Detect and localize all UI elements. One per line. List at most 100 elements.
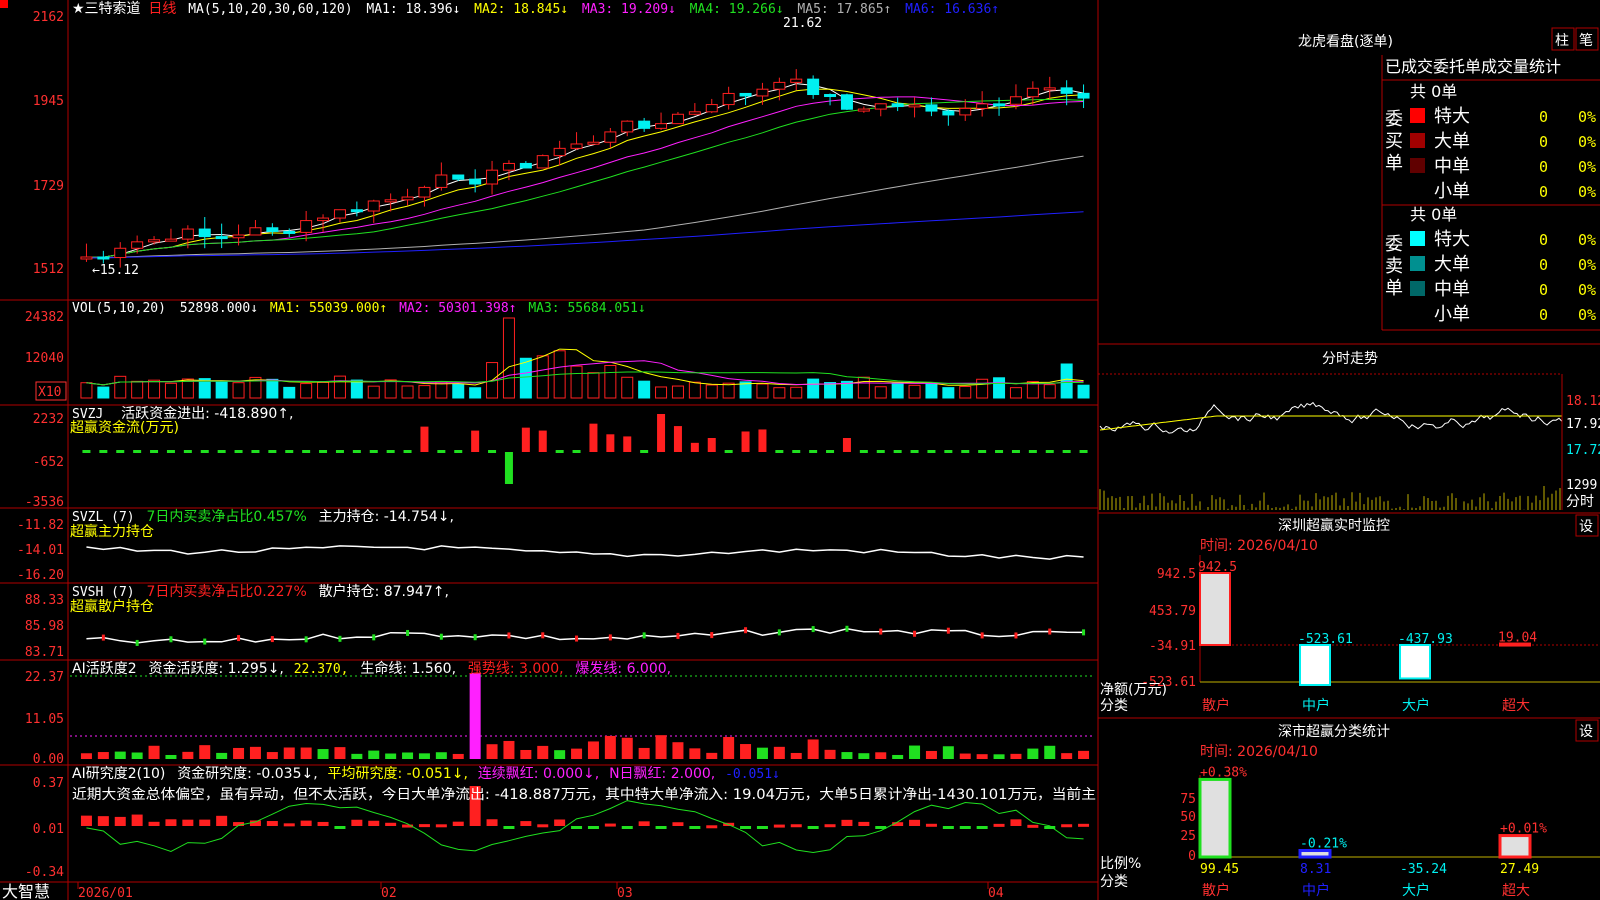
main-header: ★三特索道 日线 MA(5,10,20,30,60,120) MA1: 18.3… xyxy=(72,0,999,17)
monitor-bar xyxy=(1399,644,1431,680)
volume-bar xyxy=(452,383,465,399)
flow-bar xyxy=(471,430,480,452)
candle-body xyxy=(384,199,397,203)
flow-bar xyxy=(690,442,699,452)
volume-bar xyxy=(536,355,549,399)
monitor-settings-button[interactable]: 设 xyxy=(1575,514,1599,537)
activity-bar xyxy=(385,753,397,759)
classstat-axis-label: 比例% xyxy=(1100,856,1141,872)
volume-bar xyxy=(80,382,93,399)
flow-bar xyxy=(251,450,260,453)
order-pct: 0% xyxy=(1578,256,1596,274)
volume-bar xyxy=(688,381,701,399)
volume-bar xyxy=(1009,387,1022,399)
svg-text:18.12: 18.12 xyxy=(1566,394,1600,409)
ai2-header: AI研究度2(10) 资金研究度: -0.035↓, 平均研究度: -0.051… xyxy=(72,765,780,782)
activity-bar xyxy=(1061,753,1073,759)
flow-bar xyxy=(910,450,919,453)
svzl-holding: 主力持仓: -14.754↓, xyxy=(319,509,454,525)
flow-bar xyxy=(673,426,682,452)
research-bar xyxy=(1078,823,1090,827)
activity-bar xyxy=(993,754,1005,759)
y-tick: 11.05 xyxy=(25,712,64,727)
y-tick: 1729 xyxy=(33,179,64,194)
column-mode-button[interactable]: 柱 xyxy=(1551,27,1575,51)
flow-bar xyxy=(741,431,750,452)
candle-body xyxy=(840,94,853,110)
research-bar xyxy=(216,815,228,826)
candle-body xyxy=(790,78,803,83)
candle-body xyxy=(266,227,279,232)
svg-text:设: 设 xyxy=(1579,724,1593,740)
ai2-avg: 平均研究度: -0.051↓, xyxy=(328,766,468,782)
order-pct: 0% xyxy=(1578,183,1596,201)
activity-bar xyxy=(1027,748,1039,759)
candle-body xyxy=(486,169,499,185)
research-bar xyxy=(858,821,870,826)
ma1-value: MA1: 18.396↓ xyxy=(366,2,460,17)
order-size-name: 中单 xyxy=(1434,279,1470,300)
order-size-name: 大单 xyxy=(1434,131,1470,152)
ai2-label: AI研究度2(10) xyxy=(72,766,165,782)
y-tick: -3536 xyxy=(25,495,64,510)
research-bar xyxy=(368,820,380,826)
volume-bar xyxy=(418,385,431,399)
volume-bar xyxy=(401,385,414,399)
holding-line xyxy=(86,545,1084,560)
volume-bar xyxy=(756,383,769,399)
ai1-life: 生命线: 1.560, xyxy=(360,660,456,677)
stock-chart-canvas[interactable]: 2162 1945 1729 1512 24382 12040 2232 -65… xyxy=(0,0,1600,900)
research-bar xyxy=(959,826,971,829)
ai2-research: 资金研究度: -0.035↓, xyxy=(177,766,317,782)
volume-bar xyxy=(722,382,735,399)
holding-tick xyxy=(270,636,274,643)
svg-text:75: 75 xyxy=(1180,792,1196,807)
candle-body xyxy=(891,103,904,108)
activity-bar xyxy=(199,745,211,759)
holding-tick xyxy=(135,639,139,646)
flow-bar xyxy=(657,414,666,452)
svg-text:942.5: 942.5 xyxy=(1157,567,1196,582)
y-tick: 2162 xyxy=(33,10,64,25)
activity-bar xyxy=(486,744,498,759)
flow-bar xyxy=(555,450,564,453)
y-tick: 1512 xyxy=(33,262,64,277)
svzl-ratio: 7日内买卖净占比0.457% xyxy=(146,509,306,525)
stock-title: ★三特索道 xyxy=(72,0,141,17)
volume-bar xyxy=(790,386,803,399)
volume-bar xyxy=(148,379,161,399)
classstat-value: -35.24 xyxy=(1400,862,1447,877)
research-bar xyxy=(334,826,346,829)
candle-body xyxy=(773,81,786,90)
ai1-burst: 爆发线: 6.000, xyxy=(575,661,671,677)
activity-bar xyxy=(841,752,853,759)
svsh-holding: 散户持仓: 87.947↑, xyxy=(319,583,449,600)
order-size-swatch xyxy=(1410,183,1425,198)
monitor-y-ticks: 942.5 453.79 -34.91 -523.61 xyxy=(1141,567,1196,690)
ai-activity-bars xyxy=(70,673,1095,759)
tick-mode-button[interactable]: 笔 xyxy=(1575,27,1599,51)
volume-bar xyxy=(942,387,955,399)
flow-bar xyxy=(133,450,142,453)
svzl-line xyxy=(86,545,1084,560)
ma2-value: MA2: 18.845↓ xyxy=(474,2,568,17)
monitor-bar-value: -437.93 xyxy=(1398,632,1453,647)
activity-bar xyxy=(216,752,228,759)
research-bar xyxy=(503,826,515,829)
holding-tick xyxy=(642,632,646,639)
classstat-settings-button[interactable]: 设 xyxy=(1575,719,1599,742)
svg-text:柱: 柱 xyxy=(1555,33,1569,49)
ai2-comment: 近期大资金总体偏空，虽有异动，但不太活跃，今日大单净流出: -418.887万元… xyxy=(72,786,1096,803)
classstat-value: 99.45 xyxy=(1200,862,1239,877)
activity-bar xyxy=(807,739,819,759)
activity-bar xyxy=(1044,745,1056,759)
volume-bar xyxy=(824,382,837,399)
activity-bar xyxy=(655,735,667,759)
activity-bar xyxy=(858,753,870,759)
fenshi-ticks: 18.12 17.92 17.72 1299 分时 xyxy=(1566,394,1600,510)
side-label-char: 委 xyxy=(1385,234,1403,255)
intraday-price-line xyxy=(1099,401,1563,434)
candle-body xyxy=(824,94,837,98)
research-bar xyxy=(621,826,633,829)
research-bar xyxy=(706,825,718,829)
